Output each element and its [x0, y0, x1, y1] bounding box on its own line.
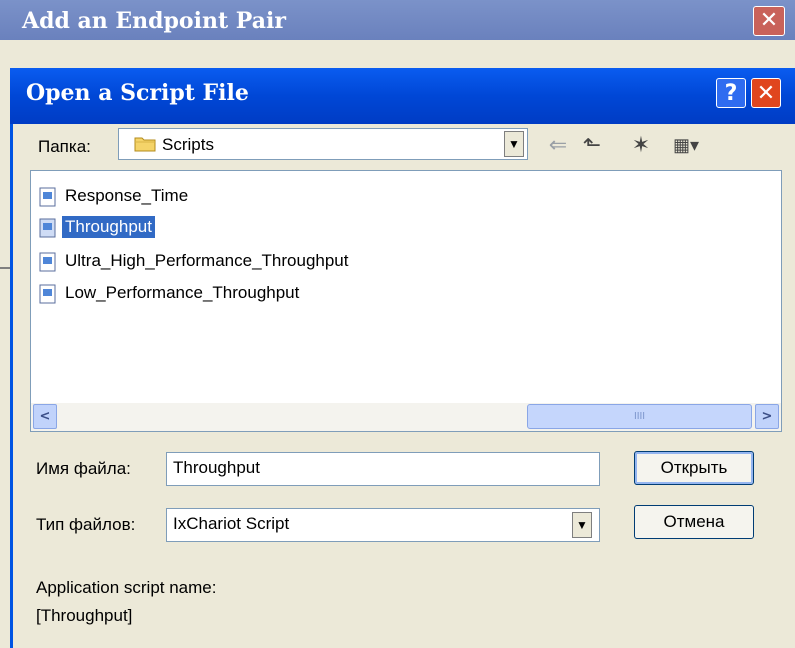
app-script-label: Application script name: — [36, 578, 217, 597]
filetype-select[interactable]: IxChariot Script — [166, 508, 600, 542]
close-button[interactable]: ✕ — [751, 78, 781, 108]
dialog-title: Open a Script File — [26, 80, 249, 106]
filename-label: Имя файла: — [36, 459, 131, 478]
file-name: Ultra_High_Performance_Throughput — [65, 251, 349, 270]
script-file-icon — [39, 218, 56, 238]
folder-icon — [134, 137, 156, 152]
filetype-dropdown-button[interactable]: ▼ — [572, 512, 592, 538]
cancel-button[interactable]: Отмена — [634, 505, 754, 539]
script-file-icon — [39, 284, 56, 304]
app-script-value: [Throughput] — [36, 606, 133, 625]
parent-divider — [0, 267, 10, 269]
scroll-right-button[interactable]: > — [755, 404, 779, 429]
folder-value: Scripts — [162, 135, 214, 154]
script-file-icon — [39, 252, 56, 272]
filename-input[interactable]: Throughput — [166, 452, 600, 486]
help-button[interactable]: ? — [716, 78, 746, 108]
back-icon[interactable]: ⇐ — [546, 133, 570, 159]
folder-dropdown-button[interactable]: ▼ — [504, 131, 524, 157]
file-name: Throughput — [62, 216, 155, 238]
up-folder-icon[interactable]: ⬑ — [578, 133, 606, 159]
parent-close-button[interactable]: ✕ — [753, 6, 785, 36]
parent-window-title: Add an Endpoint Pair — [22, 8, 286, 34]
folder-label: Папка: — [38, 137, 91, 156]
view-menu-icon[interactable]: ▦▾ — [666, 133, 706, 159]
filetype-label: Тип файлов: — [36, 515, 136, 534]
new-folder-icon[interactable]: ✶ — [626, 133, 656, 159]
open-button[interactable]: Открыть — [634, 451, 754, 485]
script-file-icon — [39, 187, 56, 207]
scroll-left-button[interactable]: < — [33, 404, 57, 429]
scroll-thumb[interactable]: IIII — [527, 404, 752, 429]
file-name: Response_Time — [65, 186, 189, 205]
file-name: Low_Performance_Throughput — [65, 283, 300, 302]
